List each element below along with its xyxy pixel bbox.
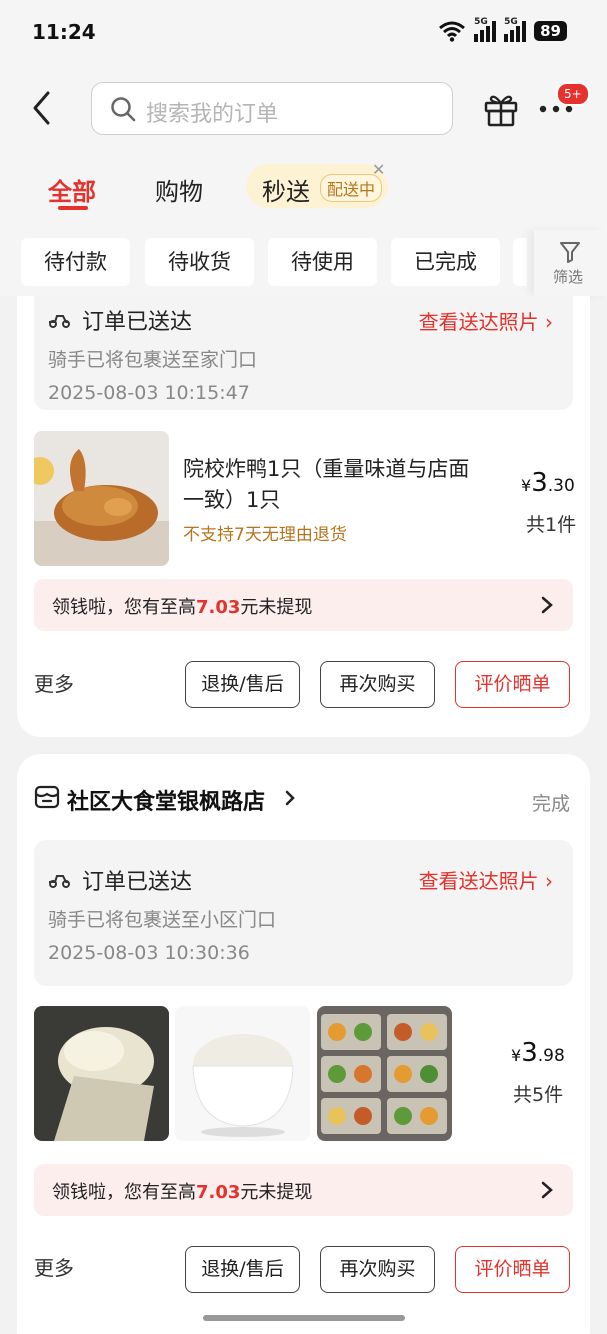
order-price: ¥3.98	[511, 1038, 565, 1068]
price-integer: 3	[531, 468, 548, 498]
battery-icon: 89	[534, 21, 567, 41]
more-actions-link[interactable]: 更多	[34, 1252, 74, 1281]
order-card[interactable]: 社区大食堂银枫路店 完成 订单已送达 查看送达照片 › 骑手已将包裹送至小区门口…	[17, 754, 590, 1334]
delivery-description: 骑手已将包裹送至家门口	[48, 349, 258, 371]
return-policy-note: 不支持7天无理由退货	[183, 525, 347, 545]
status-icons: 5G 5G 89	[438, 17, 567, 42]
status-bar: 11:24 5G 5G 89	[0, 0, 607, 62]
tab-flash-label: 秒送	[262, 178, 310, 206]
delivery-scooter-icon	[49, 875, 70, 888]
order-tabs: 全部 购物 秒送 配送中	[0, 152, 607, 230]
cash-suffix: 元未提现	[240, 597, 313, 618]
close-icon[interactable]: ✕	[372, 160, 385, 179]
buy-again-button[interactable]: 再次购买	[320, 1246, 435, 1293]
price-integer: 3	[521, 1038, 538, 1068]
filter-funnel-icon	[560, 242, 580, 263]
search-input[interactable]: 搜索我的订单	[91, 82, 453, 135]
filter-button[interactable]: 筛选	[534, 230, 607, 296]
cash-prefix: 领钱啦，您有至高	[52, 597, 196, 618]
order-price: ¥3.30	[521, 468, 575, 498]
cash-reward-banner[interactable]: 领钱啦，您有至高7.03元未提现	[34, 1164, 573, 1216]
buy-again-button[interactable]: 再次购买	[320, 661, 435, 708]
status-time: 11:24	[32, 20, 96, 44]
back-arrow-icon[interactable]	[30, 90, 54, 126]
return-exchange-button[interactable]: 退换/售后	[185, 1246, 300, 1293]
search-icon	[111, 97, 136, 122]
filter-chip-pending-use[interactable]: 待使用	[268, 238, 377, 286]
chevron-right-icon	[541, 596, 553, 614]
chevron-right-icon	[541, 1181, 553, 1199]
cash-amount: 7.03	[196, 1182, 241, 1203]
cash-reward-text: 领钱啦，您有至高7.03元未提现	[52, 1178, 312, 1204]
price-decimal: .98	[537, 1046, 565, 1066]
shop-icon	[34, 785, 60, 809]
cash-prefix: 领钱啦，您有至高	[52, 1182, 196, 1203]
order-status: 完成	[531, 793, 570, 815]
gift-icon[interactable]	[482, 90, 520, 128]
signal-icon: 5G	[474, 17, 497, 42]
price-currency: ¥	[511, 1046, 522, 1065]
product-image-meal-trays[interactable]	[317, 1006, 452, 1141]
review-button[interactable]: 评价晒单	[455, 1246, 570, 1293]
filter-chip-pending-payment[interactable]: 待付款	[21, 238, 130, 286]
product-name[interactable]: 院校炸鸭1只（重量味道与店面一致）1只	[183, 454, 483, 516]
shop-name-link[interactable]: 社区大食堂银枫路店	[67, 784, 265, 816]
delivery-time: 2025-08-03 10:15:47	[48, 382, 250, 404]
order-list: 订单已送达 查看送达照片 › 骑手已将包裹送至家门口 2025-08-03 10…	[0, 296, 607, 1334]
search-placeholder: 搜索我的订单	[146, 102, 279, 127]
tab-flash-delivery[interactable]: 秒送 配送中	[246, 164, 388, 208]
order-card[interactable]: 订单已送达 查看送达照片 › 骑手已将包裹送至家门口 2025-08-03 10…	[17, 296, 590, 737]
price-decimal: .30	[547, 476, 575, 496]
product-image-rice[interactable]	[175, 1006, 310, 1141]
delivery-time: 2025-08-03 10:30:36	[48, 942, 250, 964]
cash-reward-text: 领钱啦，您有至高7.03元未提现	[52, 593, 312, 619]
home-indicator[interactable]	[203, 1315, 405, 1321]
delivery-status-panel: 订单已送达 查看送达照片 › 骑手已将包裹送至家门口 2025-08-03 10…	[34, 296, 573, 410]
cash-amount: 7.03	[196, 597, 241, 618]
view-delivery-photo-link[interactable]: 查看送达照片 ›	[419, 865, 553, 894]
chevron-right-icon	[285, 790, 295, 806]
delivery-description: 骑手已将包裹送至小区门口	[48, 909, 277, 931]
view-delivery-photo-link[interactable]: 查看送达照片 ›	[419, 306, 553, 335]
delivery-title: 订单已送达	[82, 310, 193, 335]
more-actions-link[interactable]: 更多	[34, 668, 74, 697]
price-currency: ¥	[521, 476, 532, 495]
delivery-status-panel: 订单已送达 查看送达照片 › 骑手已将包裹送至小区门口 2025-08-03 1…	[34, 840, 573, 986]
header: 搜索我的订单 5+	[0, 62, 607, 152]
wifi-icon	[439, 21, 466, 42]
tab-shopping[interactable]: 购物	[155, 172, 203, 207]
return-exchange-button[interactable]: 退换/售后	[185, 661, 300, 708]
item-count: 共1件	[526, 514, 577, 536]
tab-active-indicator	[58, 206, 88, 210]
tab-all[interactable]: 全部	[48, 172, 96, 207]
cash-suffix: 元未提现	[240, 1182, 313, 1203]
view-delivery-photo-label: 查看送达照片	[418, 310, 539, 334]
filter-label: 筛选	[553, 268, 584, 286]
delivery-title: 订单已送达	[82, 870, 193, 895]
signal-label: 5G	[504, 17, 518, 27]
item-count: 共5件	[513, 1084, 564, 1106]
product-image-duck[interactable]	[34, 431, 169, 566]
cash-reward-banner[interactable]: 领钱啦，您有至高7.03元未提现	[34, 579, 573, 631]
notification-badge: 5+	[556, 82, 590, 106]
filter-chip-partial[interactable]	[513, 238, 527, 286]
filter-bar: 待付款 待收货 待使用 已完成 筛选	[0, 230, 607, 296]
filter-chip-pending-receipt[interactable]: 待收货	[145, 238, 254, 286]
signal-icon: 5G	[504, 17, 527, 42]
delivery-scooter-icon	[49, 315, 70, 328]
view-delivery-photo-label: 查看送达照片	[418, 869, 539, 893]
signal-label: 5G	[474, 17, 488, 27]
filter-chip-completed[interactable]: 已完成	[391, 238, 500, 286]
product-image-cream[interactable]	[34, 1006, 169, 1141]
review-button[interactable]: 评价晒单	[455, 661, 570, 708]
